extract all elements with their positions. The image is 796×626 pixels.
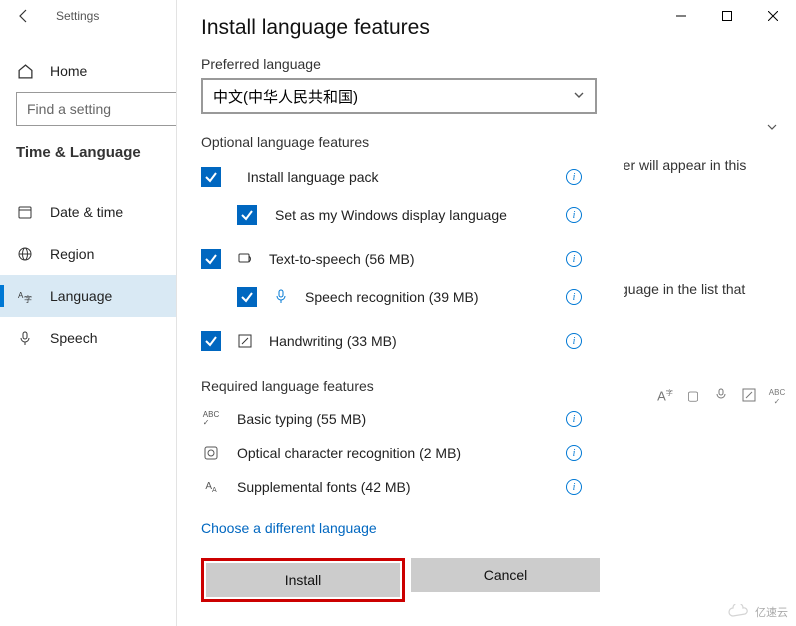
abc-feat-icon: ABC✓	[768, 388, 786, 406]
dialog-title: Install language features	[201, 16, 600, 40]
info-icon[interactable]: i	[566, 289, 582, 305]
home-icon	[16, 62, 34, 80]
install-language-dialog: Install language features Preferred lang…	[177, 0, 624, 626]
tts-icon	[235, 249, 255, 269]
preferred-language-label: Preferred language	[201, 56, 600, 72]
close-icon	[768, 11, 778, 21]
tts-feat-icon: ▢	[684, 388, 702, 406]
install-button[interactable]: Install	[206, 563, 400, 597]
maximize-button[interactable]	[704, 0, 750, 32]
window-controls	[658, 0, 796, 32]
required-fonts: AA Supplemental fonts (42 MB) i	[201, 470, 600, 504]
close-button[interactable]	[750, 0, 796, 32]
microphone-icon	[16, 329, 34, 347]
ocr-icon	[201, 443, 221, 463]
watermark-text: 亿速云	[755, 604, 788, 620]
app-title: Settings	[56, 9, 99, 23]
microphone-icon	[271, 287, 291, 307]
option-display-language: Set as my Windows display language i	[201, 196, 600, 234]
handwriting-icon	[235, 331, 255, 351]
option-speech-recognition: Speech recognition (39 MB) i	[201, 278, 600, 316]
checkbox-speech-rec[interactable]	[237, 287, 257, 307]
back-button[interactable]	[12, 4, 36, 28]
background-text-fragment-1: rer will appear in this	[618, 154, 776, 176]
option-install-language-pack: Install language pack i	[201, 158, 600, 196]
info-icon[interactable]: i	[566, 479, 582, 495]
option-label: Set as my Windows display language	[275, 207, 507, 223]
svg-text:字: 字	[24, 294, 32, 304]
sidebar-item-label: Region	[50, 246, 94, 262]
maximize-icon	[722, 11, 732, 21]
sidebar-item-label: Language	[50, 288, 112, 304]
background-text-fragment-2: guage in the list that	[620, 278, 776, 300]
lang-feat-icon: A字	[656, 388, 674, 406]
info-icon[interactable]: i	[566, 445, 582, 461]
option-label: Handwriting (33 MB)	[269, 333, 397, 349]
required-basic-typing: ABC✓ Basic typing (55 MB) i	[201, 402, 600, 436]
feature-icon-strip: A字 ▢ ABC✓	[656, 388, 786, 406]
fonts-icon: AA	[201, 477, 221, 497]
required-features-header: Required language features	[201, 378, 600, 394]
arrow-left-icon	[16, 8, 32, 24]
cloud-icon	[727, 604, 751, 620]
option-label: Install language pack	[247, 169, 379, 185]
language-icon: A字	[16, 287, 34, 305]
globe-icon	[16, 245, 34, 263]
info-icon[interactable]: i	[566, 207, 582, 223]
minimize-button[interactable]	[658, 0, 704, 32]
option-label: Speech recognition (39 MB)	[305, 289, 479, 305]
sidebar-item-label: Speech	[50, 330, 97, 346]
minimize-icon	[676, 11, 686, 21]
required-label: Supplemental fonts (42 MB)	[237, 479, 411, 495]
checkbox-language-pack[interactable]	[201, 167, 221, 187]
chevron-down-icon	[766, 120, 778, 132]
option-handwriting: Handwriting (33 MB) i	[201, 322, 600, 360]
required-label: Optical character recognition (2 MB)	[237, 445, 461, 461]
abc-icon: ABC✓	[201, 409, 221, 429]
sidebar-home-label: Home	[50, 63, 87, 79]
pen-feat-icon	[740, 388, 758, 406]
mic-feat-icon	[712, 388, 730, 406]
dropdown-value: 中文(中华人民共和国)	[213, 86, 358, 107]
clock-icon	[16, 203, 34, 221]
checkbox-handwriting[interactable]	[201, 331, 221, 351]
install-highlight: Install	[201, 558, 405, 602]
dialog-button-row: Install Cancel	[201, 558, 600, 602]
cancel-button[interactable]: Cancel	[411, 558, 600, 592]
info-icon[interactable]: i	[566, 411, 582, 427]
optional-features-header: Optional language features	[201, 134, 600, 150]
watermark: 亿速云	[727, 604, 788, 620]
choose-different-language-link[interactable]: Choose a different language	[201, 520, 377, 536]
checkbox-display-language[interactable]	[237, 205, 257, 225]
required-label: Basic typing (55 MB)	[237, 411, 366, 427]
chevron-down-icon	[573, 88, 585, 105]
sidebar-item-label: Date & time	[50, 204, 123, 220]
checkbox-tts[interactable]	[201, 249, 221, 269]
info-icon[interactable]: i	[566, 169, 582, 185]
option-label: Text-to-speech (56 MB)	[269, 251, 415, 267]
info-icon[interactable]: i	[566, 251, 582, 267]
option-text-to-speech: Text-to-speech (56 MB) i	[201, 240, 600, 278]
info-icon[interactable]: i	[566, 333, 582, 349]
preferred-language-dropdown[interactable]: 中文(中华人民共和国)	[201, 78, 597, 114]
required-ocr: Optical character recognition (2 MB) i	[201, 436, 600, 470]
